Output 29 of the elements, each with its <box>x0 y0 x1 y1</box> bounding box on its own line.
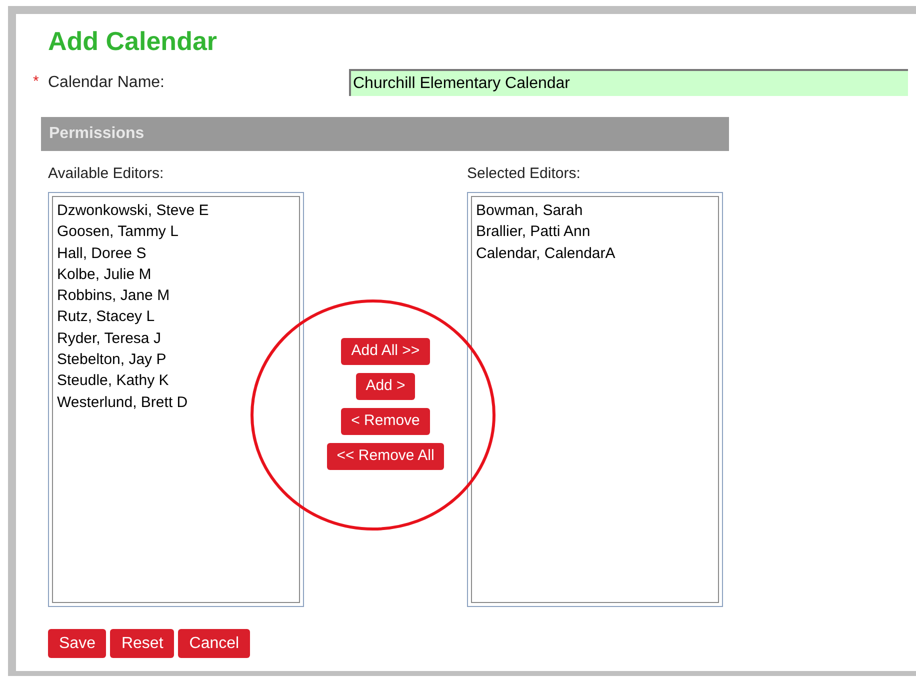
list-item[interactable]: Hall, Doree S <box>57 242 295 264</box>
list-box[interactable]: Dzwonkowski, Steve E Goosen, Tammy L Hall, Doree S Kolbe, Julie M Robbins, Jane M Rutz, Stacey L Ryder, Teresa J Stebelton, Jay P Steudle, Kathy K Westerlund, Brett D <box>48 192 304 607</box>
list-item[interactable]: Calendar, CalendarA <box>476 242 714 264</box>
list-item[interactable]: Goosen, Tammy L <box>57 221 295 243</box>
transfer-button[interactable]: << Remove All <box>326 443 444 470</box>
calendar-name-field[interactable]: Churchill Elementary Calendar <box>349 69 908 96</box>
list-item[interactable]: Ryder, Teresa J <box>57 328 295 350</box>
transfer-button[interactable]: Add > <box>356 373 416 400</box>
field-label: Calendar Name: <box>48 72 166 92</box>
permissions-header: Permissions <box>41 117 729 151</box>
list-item[interactable]: Bowman, Sarah <box>476 200 714 222</box>
list-item[interactable]: Steudle, Kathy K <box>57 370 295 392</box>
list-item[interactable]: Kolbe, Julie M <box>57 264 295 286</box>
form-button[interactable]: Save <box>48 629 106 658</box>
page-title: Add Calendar <box>48 25 218 58</box>
list-item[interactable]: Dzwonkowski, Steve E <box>57 200 295 222</box>
form-button[interactable]: Reset <box>110 629 174 658</box>
transfer-button[interactable]: Add All >> <box>341 338 430 365</box>
list-item[interactable]: Brallier, Patti Ann <box>476 221 714 243</box>
list-item[interactable]: Rutz, Stacey L <box>57 306 295 328</box>
list-label: Available Editors: <box>48 164 165 184</box>
transfer-button[interactable]: < Remove <box>341 408 430 435</box>
list-item[interactable]: Westerlund, Brett D <box>57 392 295 413</box>
list-box[interactable]: Bowman, Sarah Brallier, Patti Ann Calendar, CalendarA <box>467 192 723 607</box>
form-button[interactable]: Cancel <box>178 629 250 658</box>
list-item[interactable]: Stebelton, Jay P <box>57 349 295 370</box>
required-mark: * <box>33 72 40 92</box>
list-item[interactable]: Robbins, Jane M <box>57 285 295 306</box>
list-label: Selected Editors: <box>467 164 582 184</box>
